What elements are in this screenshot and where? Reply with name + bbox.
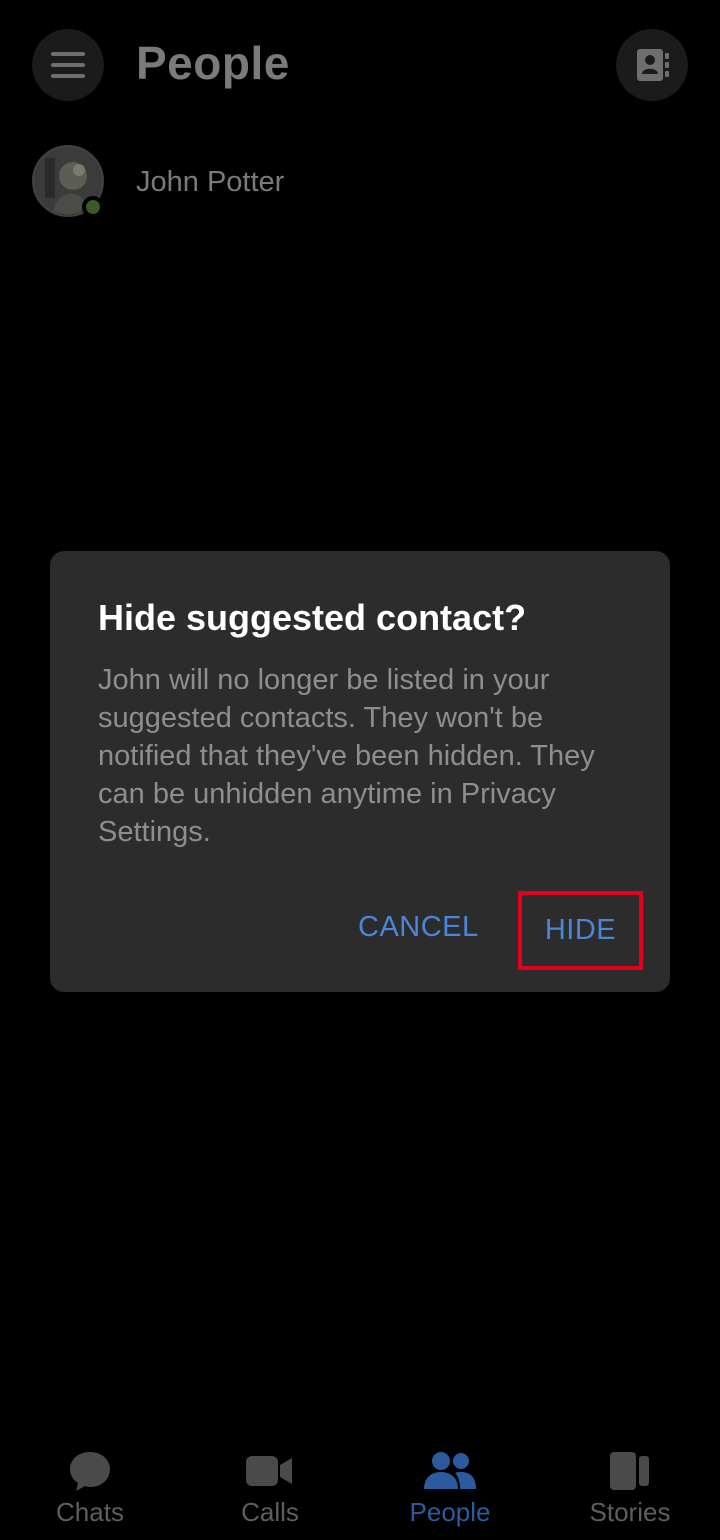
contact-row[interactable]: John Potter	[0, 140, 720, 230]
people-screen: People John Potter Hide suggested contac…	[0, 0, 720, 1540]
online-status-dot	[82, 196, 104, 218]
chat-bubble-icon	[62, 1447, 118, 1495]
nav-label-calls: Calls	[241, 1497, 299, 1527]
video-camera-icon	[242, 1447, 298, 1495]
contact-book-icon	[637, 49, 669, 81]
cancel-button[interactable]: CANCEL	[346, 903, 491, 952]
nav-item-chats[interactable]: Chats	[0, 1435, 180, 1540]
stories-icon	[602, 1447, 658, 1495]
page-title: People	[136, 37, 290, 89]
contact-book-button[interactable]	[616, 29, 688, 101]
menu-icon	[51, 52, 85, 78]
hide-button-label: HIDE	[544, 914, 617, 946]
nav-item-stories[interactable]: Stories	[540, 1435, 720, 1540]
header: People	[0, 0, 720, 130]
hide-button[interactable]: HIDE	[518, 891, 643, 970]
hide-contact-dialog: Hide suggested contact? John will no lon…	[50, 551, 670, 992]
dialog-title: Hide suggested contact?	[98, 597, 527, 638]
nav-label-chats: Chats	[56, 1497, 124, 1527]
nav-item-people[interactable]: People	[360, 1435, 540, 1540]
nav-label-people: People	[409, 1497, 491, 1527]
menu-button[interactable]	[32, 29, 104, 101]
dialog-message: John will no longer be listed in your su…	[98, 664, 595, 848]
nav-label-stories: Stories	[589, 1497, 671, 1527]
nav-item-calls[interactable]: Calls	[180, 1435, 360, 1540]
bottom-nav: Chats Calls People Stories	[0, 1435, 720, 1540]
contact-name: John Potter	[136, 166, 285, 198]
people-icon	[422, 1447, 478, 1495]
